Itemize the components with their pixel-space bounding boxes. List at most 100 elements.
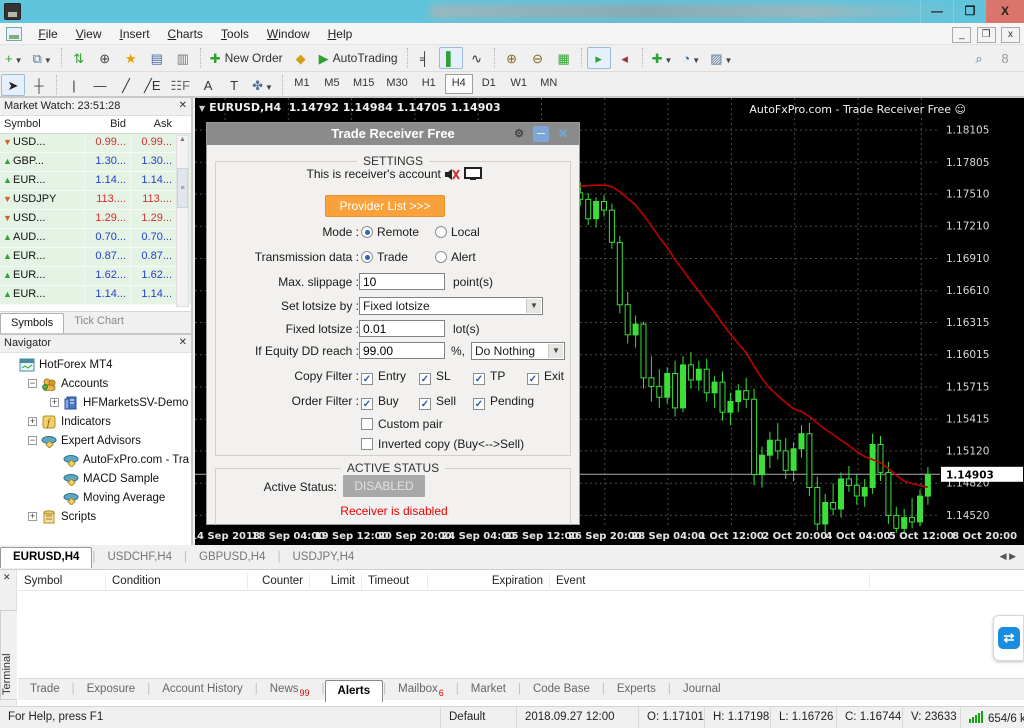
navigator-item-expert-advisors[interactable]: −Expert Advisors bbox=[0, 431, 191, 450]
timeframe-w1-button[interactable]: W1 bbox=[505, 74, 533, 94]
timeframe-mn-button[interactable]: MN bbox=[535, 74, 563, 94]
zoom-out-button[interactable]: ⊖ bbox=[526, 47, 550, 69]
chat-button[interactable]: ὞8 bbox=[993, 47, 1017, 69]
market-watch-row[interactable]: ▲EUR...1.62...1.62... bbox=[0, 267, 191, 286]
copy-filter-tp-checkbox[interactable]: ✓TP bbox=[473, 369, 505, 385]
terminal-tab-exposure[interactable]: Exposure bbox=[75, 679, 148, 701]
candlestick-chart-button[interactable]: ▌ bbox=[439, 47, 463, 69]
terminal-tab-news[interactable]: News99 bbox=[258, 679, 322, 701]
channel-button[interactable]: ╱E bbox=[140, 74, 165, 96]
window-minimize-button[interactable]: — bbox=[920, 0, 953, 23]
mode-local-radio[interactable]: Local bbox=[435, 225, 480, 239]
chart-tab-usdjpy-h4[interactable]: USDJPY,H4 bbox=[280, 548, 366, 569]
bar-chart-button[interactable]: ╡ bbox=[413, 47, 437, 69]
terminal-tab-experts[interactable]: Experts bbox=[605, 679, 668, 701]
text-label-button[interactable]: T bbox=[222, 74, 246, 96]
menu-file[interactable]: File bbox=[29, 23, 66, 45]
new-order-button[interactable]: ✚New Order bbox=[206, 47, 287, 69]
menu-insert[interactable]: Insert bbox=[111, 23, 159, 45]
copy-filter-entry-checkbox[interactable]: ✓Entry bbox=[361, 369, 406, 385]
menu-window[interactable]: Window bbox=[258, 23, 319, 45]
custom-pair-checkbox[interactable]: Custom pair bbox=[361, 417, 443, 431]
order-filter-buy-checkbox[interactable]: ✓Buy bbox=[361, 394, 399, 410]
tab-tick-chart[interactable]: Tick Chart bbox=[64, 312, 134, 334]
crosshair-target-button[interactable]: ⊕ bbox=[93, 47, 117, 69]
auto-scroll-button[interactable]: ▸ bbox=[587, 47, 611, 69]
dialog-close-icon[interactable]: ✕ bbox=[555, 126, 571, 142]
line-chart-button[interactable]: ∿ bbox=[465, 47, 489, 69]
lotsize-by-select[interactable]: Fixed lotsize▼ bbox=[359, 297, 543, 315]
navigator-item-macd-sample[interactable]: MACD Sample bbox=[0, 469, 191, 488]
zoom-in-button[interactable]: ⊕ bbox=[500, 47, 524, 69]
autotrading-button[interactable]: ▶AutoTrading bbox=[315, 47, 402, 69]
terminal-close-icon[interactable]: ✕ bbox=[3, 572, 11, 583]
crosshair-tool-button[interactable]: ┼ bbox=[27, 74, 51, 96]
terminal-tab-code-base[interactable]: Code Base bbox=[521, 679, 602, 701]
collapse-icon[interactable]: − bbox=[28, 436, 37, 445]
mdi-restore-button[interactable]: ❐ bbox=[977, 27, 996, 43]
new-chart-button[interactable]: +▼ bbox=[1, 47, 27, 69]
market-watch-row[interactable]: ▲GBP...1.30...1.30... bbox=[0, 153, 191, 172]
provider-list-button[interactable]: Provider List >>> bbox=[325, 195, 445, 217]
market-watch-row[interactable]: ▲AUD...0.70...0.70... bbox=[0, 229, 191, 248]
chart-shift-button[interactable]: ◂ bbox=[613, 47, 637, 69]
chart-tab-usdchf-h4[interactable]: USDCHF,H4 bbox=[95, 548, 184, 569]
market-watch-row[interactable]: ▲EUR...0.87...0.87... bbox=[0, 248, 191, 267]
tick-chart-button[interactable]: ⇅ bbox=[67, 47, 91, 69]
timeframe-h1-button[interactable]: H1 bbox=[415, 74, 443, 94]
terminal-tab-trade[interactable]: Trade bbox=[18, 679, 72, 701]
navigator-item-indicators[interactable]: +fIndicators bbox=[0, 412, 191, 431]
fibonacci-button[interactable]: ☷F bbox=[167, 74, 195, 96]
copy-filter-sl-checkbox[interactable]: ✓SL bbox=[419, 369, 451, 385]
window-restore-button[interactable]: ❐ bbox=[953, 0, 986, 23]
menu-tools[interactable]: Tools bbox=[212, 23, 258, 45]
navigator-item-moving-average[interactable]: Moving Average bbox=[0, 488, 191, 507]
vertical-line-button[interactable]: | bbox=[62, 74, 86, 96]
market-watch-row[interactable]: ▲EUR...1.14...1.14... bbox=[0, 172, 191, 191]
terminal-tab-mailbox[interactable]: Mailbox6 bbox=[386, 679, 456, 701]
market-watch-toggle-button[interactable]: ▤ bbox=[145, 47, 169, 69]
market-watch-row[interactable]: ▼USDJPY113....113.... bbox=[0, 191, 191, 210]
window-close-button[interactable]: X bbox=[986, 0, 1024, 23]
tab-symbols[interactable]: Symbols bbox=[0, 313, 64, 335]
expert-advisors-button[interactable]: ◆ bbox=[289, 47, 313, 69]
cursor-button[interactable]: ➤ bbox=[1, 74, 25, 96]
order-filter-pending-checkbox[interactable]: ✓Pending bbox=[473, 394, 534, 410]
mode-remote-radio[interactable]: Remote bbox=[361, 225, 419, 239]
order-filter-sell-checkbox[interactable]: ✓Sell bbox=[419, 394, 456, 410]
collapse-icon[interactable]: − bbox=[28, 379, 37, 388]
templates-button[interactable]: ▨▼ bbox=[706, 47, 736, 69]
mdi-close-button[interactable]: x bbox=[1001, 27, 1020, 43]
navigator-item-accounts[interactable]: −Accounts bbox=[0, 374, 191, 393]
menu-charts[interactable]: Charts bbox=[159, 23, 212, 45]
inverted-copy-checkbox[interactable]: Inverted copy (Buy<-->Sell) bbox=[361, 437, 524, 451]
timeframe-m5-button[interactable]: M5 bbox=[318, 74, 346, 94]
chart-tab-eurusd-h4[interactable]: EURUSD,H4 bbox=[0, 547, 92, 568]
equity-dd-action-select[interactable]: Do Nothing▼ bbox=[471, 342, 565, 360]
chart-tab-scroll-arrows[interactable]: ◀ ▶ bbox=[1000, 551, 1016, 562]
profiles-button[interactable]: ⧉▼ bbox=[29, 47, 56, 69]
symbol-dropdown-icon[interactable]: ▼ bbox=[199, 104, 205, 113]
navigator-close-icon[interactable]: ✕ bbox=[179, 337, 187, 348]
slippage-input[interactable] bbox=[359, 273, 445, 290]
navigator-item-scripts[interactable]: +Scripts bbox=[0, 507, 191, 526]
navigator-item-hotforex-mt4[interactable]: HotForex MT4 bbox=[0, 355, 191, 374]
timeframe-m1-button[interactable]: M1 bbox=[288, 74, 316, 94]
equity-dd-input[interactable] bbox=[359, 342, 445, 359]
fixed-lotsize-input[interactable] bbox=[359, 320, 445, 337]
terminal-vertical-tab[interactable]: Terminal bbox=[0, 610, 17, 700]
transmission-trade-radio[interactable]: Trade bbox=[361, 250, 408, 264]
market-watch-close-icon[interactable]: ✕ bbox=[179, 100, 187, 111]
transmission-alert-radio[interactable]: Alert bbox=[435, 250, 476, 264]
timeframe-m15-button[interactable]: M15 bbox=[348, 74, 379, 94]
search-button[interactable]: ⌕ bbox=[967, 47, 991, 69]
scrollbar-thumb[interactable]: ≡ bbox=[177, 168, 188, 208]
timeframe-h4-button[interactable]: H4 bbox=[445, 74, 473, 94]
timeframe-m30-button[interactable]: M30 bbox=[381, 74, 412, 94]
market-watch-row[interactable]: ▼USD...1.29...1.29... bbox=[0, 210, 191, 229]
indicators-button[interactable]: ✚▼ bbox=[648, 47, 677, 69]
menu-view[interactable]: View bbox=[67, 23, 111, 45]
active-status-button[interactable]: DISABLED bbox=[343, 475, 425, 497]
expand-icon[interactable]: + bbox=[28, 417, 37, 426]
terminal-tab-journal[interactable]: Journal bbox=[671, 679, 733, 701]
